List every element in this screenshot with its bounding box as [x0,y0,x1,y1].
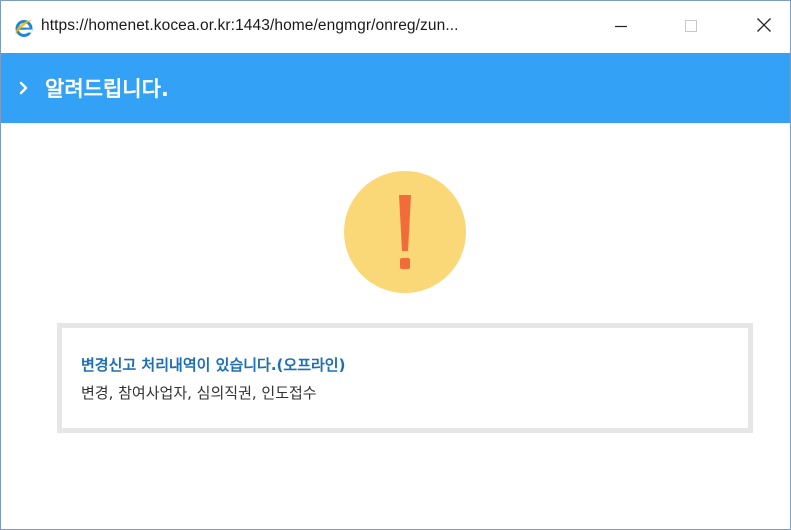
notice-title: 알려드립니다. [45,77,169,101]
maximize-button[interactable] [671,9,711,45]
popup-window: https://homenet.kocea.or.kr:1443/home/en… [0,0,791,530]
maximize-icon [684,18,698,37]
exclamation-icon [344,171,466,293]
message-detail: 변경, 참여사업자, 심의직권, 인도접수 [81,384,317,402]
close-icon [756,17,772,37]
message-box: 변경신고 처리내역이 있습니다.(오프라인) 변경, 참여사업자, 심의직권, … [57,323,753,433]
notice-header: 알려드립니다. [1,53,790,123]
internet-explorer-icon [14,18,34,38]
window-url: https://homenet.kocea.or.kr:1443/home/en… [41,17,459,34]
chevron-right-icon [19,80,29,95]
close-button[interactable] [744,9,784,45]
message-title: 변경신고 처리내역이 있습니다.(오프라인) [81,356,346,374]
title-bar[interactable]: https://homenet.kocea.or.kr:1443/home/en… [1,1,790,53]
minimize-button[interactable] [601,9,641,45]
minimize-icon [614,18,628,37]
